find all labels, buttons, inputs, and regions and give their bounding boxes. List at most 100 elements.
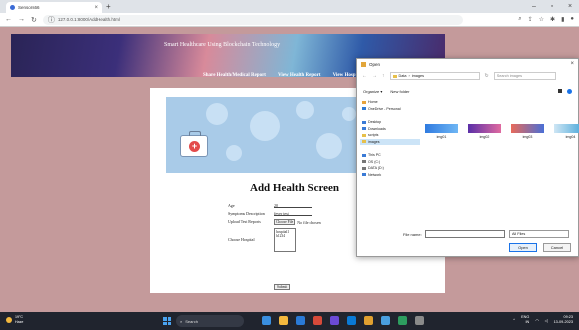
taskbar-app-icon[interactable] xyxy=(279,316,288,325)
browser-tab[interactable]: Sensors66 × xyxy=(6,2,102,13)
file-name: img01 xyxy=(436,135,447,139)
taskbar-search[interactable]: ⌕ Search xyxy=(176,315,244,327)
hospital-option[interactable]: h1234 xyxy=(276,234,294,238)
help-icon[interactable] xyxy=(567,88,572,94)
weather-desc: Haze xyxy=(15,319,24,324)
bookmark-icon[interactable]: ☆ xyxy=(539,16,544,23)
tree-item-label: images xyxy=(368,139,380,144)
info-icon[interactable]: ⓘ xyxy=(48,15,55,25)
tree-item-label: Network xyxy=(368,172,382,177)
taskbar-app-icon[interactable] xyxy=(415,316,424,325)
up-arrow-icon[interactable]: ↑ xyxy=(382,73,385,79)
image-thumbnail xyxy=(468,124,501,133)
share-icon[interactable]: ⇪ xyxy=(528,16,533,23)
forward-arrow-icon[interactable]: → xyxy=(372,73,377,79)
breadcrumb-images[interactable]: images xyxy=(412,74,424,78)
folder-icon xyxy=(362,153,366,157)
wifi-icon[interactable]: ◠ xyxy=(535,318,538,323)
taskbar-app-icon[interactable] xyxy=(330,316,339,325)
menu-share-report[interactable]: Share Health/Medical Report xyxy=(203,73,266,78)
clock[interactable]: 09:23 13-09-2023 xyxy=(554,315,573,325)
file-item[interactable]: img03 xyxy=(511,124,544,139)
file-item[interactable]: img02 xyxy=(468,124,501,139)
taskbar-apps xyxy=(262,316,424,325)
submit-button[interactable]: Submit xyxy=(274,284,291,290)
open-button[interactable]: Open xyxy=(509,243,537,252)
dialog-app-icon xyxy=(361,61,366,67)
folder-icon xyxy=(362,160,366,164)
folder-icon xyxy=(362,107,366,111)
taskbar-app-icon[interactable] xyxy=(347,316,356,325)
window-controls: – ▫ × xyxy=(525,0,579,13)
clock-date: 13-09-2023 xyxy=(553,320,573,324)
breadcrumb-data[interactable]: Data xyxy=(399,74,407,78)
image-thumbnail xyxy=(511,124,544,133)
hospital-select[interactable]: hospital1 h1234 xyxy=(274,228,296,252)
form-title: Add Health Screen xyxy=(250,182,340,194)
filename-input[interactable] xyxy=(425,230,505,238)
back-icon[interactable]: ← xyxy=(5,16,12,23)
filetype-select[interactable]: All Files xyxy=(509,230,569,238)
maximize-icon[interactable]: ▫ xyxy=(543,0,561,13)
breadcrumb[interactable]: Data › images xyxy=(389,72,480,80)
volume-icon[interactable]: ◁ xyxy=(545,318,548,323)
symptom-label: Symptoms Description xyxy=(228,211,265,216)
view-icon[interactable] xyxy=(558,88,562,93)
taskbar-app-icon[interactable] xyxy=(262,316,271,325)
sun-icon xyxy=(6,316,12,323)
weather-widget[interactable]: 19°C Haze xyxy=(6,315,23,324)
refresh-icon[interactable]: ↻ xyxy=(485,73,489,79)
reload-icon[interactable]: ↻ xyxy=(31,16,37,24)
dialog-title: Open xyxy=(369,61,381,67)
age-input[interactable]: 20 xyxy=(274,203,312,208)
search-icon: ⌕ xyxy=(180,318,183,324)
taskbar-app-icon[interactable] xyxy=(313,316,322,325)
file-grid: img01 img02 img03 img04 xyxy=(425,124,579,139)
profile-icon[interactable]: ● xyxy=(570,16,574,23)
tree-item-label: scripts xyxy=(368,133,379,138)
close-tab-icon[interactable]: × xyxy=(94,5,98,11)
taskbar-app-icon[interactable] xyxy=(398,316,407,325)
minimize-icon[interactable]: – xyxy=(525,0,543,13)
organize-button[interactable]: Organize ▾ xyxy=(363,89,382,94)
toolbar-icons: ⌕ ⇪ ☆ ✱ ▮ ● xyxy=(518,16,574,23)
taskbar-app-icon[interactable] xyxy=(381,316,390,325)
tree-item-label: Desktop xyxy=(368,120,382,125)
symptom-input[interactable]: fever test xyxy=(274,211,312,216)
site-brand: Smart Healthcare Using Blockchain Techno… xyxy=(164,42,281,48)
folder-icon xyxy=(362,173,366,177)
close-window-icon[interactable]: × xyxy=(561,0,579,13)
windows-start-icon[interactable] xyxy=(163,317,171,325)
weather-temp: 19°C xyxy=(15,315,24,319)
menu-view-report[interactable]: View Health Report xyxy=(278,73,321,78)
forward-icon[interactable]: → xyxy=(18,16,25,23)
browser-tab-bar: Sensors66 × + – ▫ × xyxy=(0,0,579,13)
tree-item-label: This PC xyxy=(368,153,381,158)
file-name: img03 xyxy=(522,135,533,139)
sidebar-icon[interactable]: ▮ xyxy=(561,16,564,23)
tree-item-label: DATA (D:) xyxy=(368,166,384,171)
taskbar-app-icon[interactable] xyxy=(296,316,305,325)
site-menu: Share Health/Medical Report View Health … xyxy=(203,73,363,78)
file-item[interactable]: img01 xyxy=(425,124,458,139)
new-tab-icon[interactable]: + xyxy=(106,2,111,11)
folder-icon xyxy=(362,166,366,170)
dialog-search-input[interactable]: Search images xyxy=(493,72,556,80)
new-folder-button[interactable]: New folder xyxy=(390,89,409,94)
medical-kit-icon: + xyxy=(180,131,208,157)
dialog-command-bar: Organize ▾ New folder xyxy=(357,87,578,95)
file-item[interactable]: img04 xyxy=(554,124,579,139)
tree-item[interactable]: Network xyxy=(360,172,420,179)
choose-file-button[interactable]: Choose File xyxy=(274,219,296,225)
taskbar-app-icon[interactable] xyxy=(364,316,373,325)
folder-tree: Home OneDrive - Personal Desktop Downloads s… xyxy=(360,99,420,199)
address-bar[interactable]: ⓘ 127.0.0.1:8000/AddHealth.html xyxy=(42,14,463,25)
chevron-up-icon[interactable]: ^ xyxy=(513,318,515,322)
zoom-icon[interactable]: ⌕ xyxy=(518,16,521,23)
folder-icon xyxy=(362,100,366,104)
cancel-button[interactable]: Cancel xyxy=(543,243,571,252)
back-arrow-icon[interactable]: ← xyxy=(362,73,367,79)
extensions-icon[interactable]: ✱ xyxy=(550,16,555,23)
folder-icon xyxy=(362,127,366,131)
dialog-close-icon[interactable]: × xyxy=(570,61,574,67)
